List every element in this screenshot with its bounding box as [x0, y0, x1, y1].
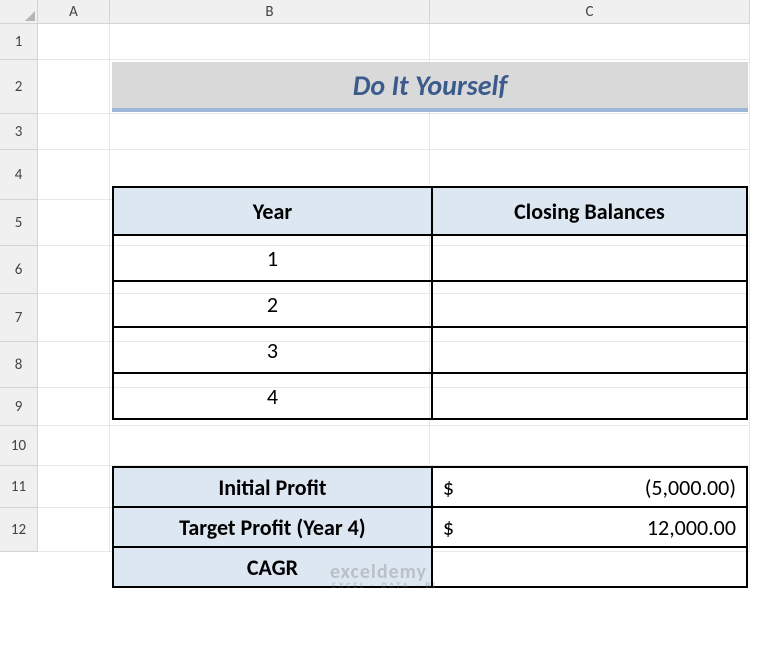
- select-all-corner[interactable]: [0, 0, 38, 24]
- row-header-1[interactable]: 1: [0, 24, 38, 60]
- row-header-9[interactable]: 9: [0, 388, 38, 426]
- col-header-C[interactable]: C: [430, 0, 750, 24]
- year-balances-table: Year Closing Balances 1 2 3 4: [112, 186, 748, 420]
- cell-C10[interactable]: [430, 426, 750, 466]
- cell-A6[interactable]: [38, 246, 110, 294]
- summary-row-initial: Initial Profit $ (5,000.00): [113, 467, 747, 507]
- summary-row-target: Target Profit (Year 4) $ 12,000.00: [113, 507, 747, 547]
- cell-B3[interactable]: [110, 114, 430, 150]
- currency-symbol: $: [443, 514, 454, 541]
- cell-B1[interactable]: [110, 24, 430, 60]
- row-header-5[interactable]: 5: [0, 200, 38, 246]
- row-header-4[interactable]: 4: [0, 150, 38, 200]
- currency-value: (5,000.00): [645, 474, 736, 501]
- value-target-profit[interactable]: $ 12,000.00: [432, 507, 747, 547]
- cell-C1[interactable]: [430, 24, 750, 60]
- year-cell[interactable]: 3: [113, 327, 432, 373]
- currency-value: 12,000.00: [647, 514, 736, 541]
- table-header-row: Year Closing Balances: [113, 187, 747, 235]
- cell-A3[interactable]: [38, 114, 110, 150]
- currency-symbol: $: [443, 474, 454, 501]
- table-row: 3: [113, 327, 747, 373]
- row-header-12[interactable]: 12: [0, 508, 38, 552]
- table-row: 4: [113, 373, 747, 419]
- label-initial-profit: Initial Profit: [113, 467, 432, 507]
- row-header-6[interactable]: 6: [0, 246, 38, 294]
- table-row: 2: [113, 281, 747, 327]
- row-header-8[interactable]: 8: [0, 342, 38, 388]
- watermark-sub: EXCEL · DATA · BI: [330, 581, 438, 591]
- year-cell[interactable]: 4: [113, 373, 432, 419]
- cell-B10[interactable]: [110, 426, 430, 466]
- label-target-profit: Target Profit (Year 4): [113, 507, 432, 547]
- cell-A12[interactable]: [38, 508, 110, 552]
- closing-cell[interactable]: [432, 235, 747, 281]
- col-header-B[interactable]: B: [110, 0, 430, 24]
- cell-A10[interactable]: [38, 426, 110, 466]
- row-header-3[interactable]: 3: [0, 114, 38, 150]
- cell-A11[interactable]: [38, 466, 110, 508]
- cell-C3[interactable]: [430, 114, 750, 150]
- cell-A5[interactable]: [38, 200, 110, 246]
- cell-A8[interactable]: [38, 342, 110, 388]
- cell-A4[interactable]: [38, 150, 110, 200]
- year-cell[interactable]: 1: [113, 235, 432, 281]
- page-title: Do It Yourself: [112, 62, 748, 112]
- row-header-2[interactable]: 2: [0, 60, 38, 114]
- cell-A2[interactable]: [38, 60, 110, 114]
- watermark: exceldemy EXCEL · DATA · BI: [330, 560, 438, 591]
- year-cell[interactable]: 2: [113, 281, 432, 327]
- row-header-7[interactable]: 7: [0, 294, 38, 342]
- closing-cell[interactable]: [432, 281, 747, 327]
- row-header-10[interactable]: 10: [0, 426, 38, 466]
- col-header-A[interactable]: A: [38, 0, 110, 24]
- cell-A9[interactable]: [38, 388, 110, 426]
- row-header-11[interactable]: 11: [0, 466, 38, 508]
- value-cagr[interactable]: [432, 547, 747, 587]
- header-year: Year: [113, 187, 432, 235]
- header-closing: Closing Balances: [432, 187, 747, 235]
- cell-A1[interactable]: [38, 24, 110, 60]
- closing-cell[interactable]: [432, 327, 747, 373]
- closing-cell[interactable]: [432, 373, 747, 419]
- value-initial-profit[interactable]: $ (5,000.00): [432, 467, 747, 507]
- table-row: 1: [113, 235, 747, 281]
- cell-A7[interactable]: [38, 294, 110, 342]
